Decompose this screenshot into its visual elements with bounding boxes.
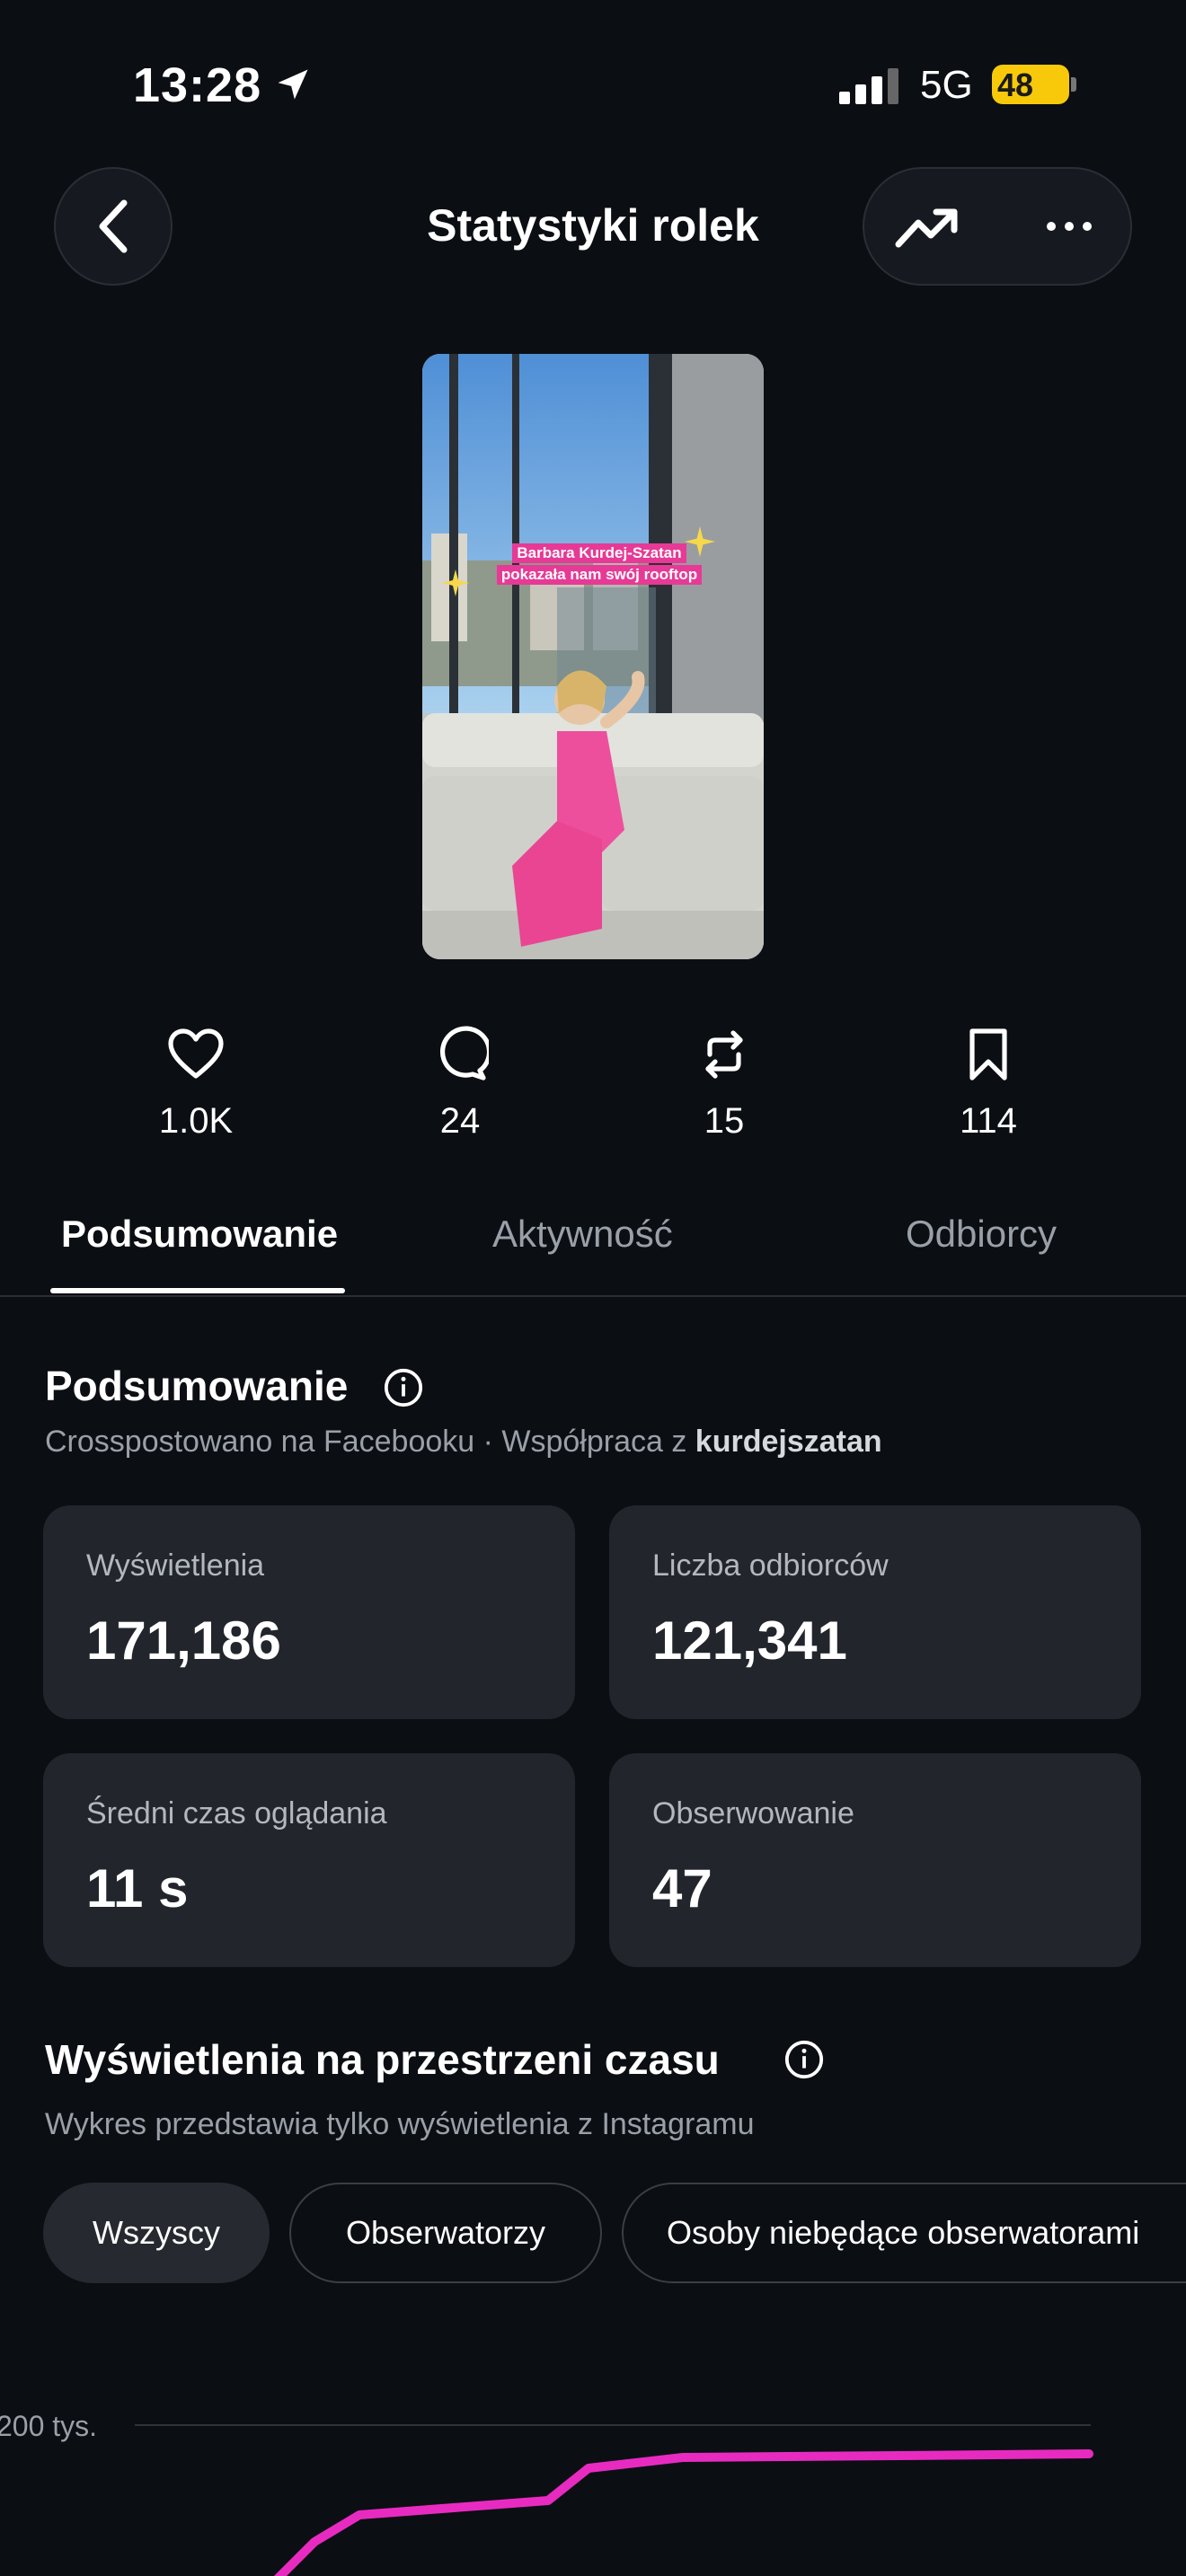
card-label: Wyświetlenia [86, 1548, 265, 1583]
heart-icon [168, 1028, 224, 1079]
crosspost-text: Crosspostowano na Facebooku · Współpraca… [45, 1425, 695, 1459]
y-tick-label: 200 tys. [0, 2410, 97, 2442]
card-label: Średni czas oglądania [86, 1796, 387, 1831]
active-tab-indicator [50, 1288, 345, 1293]
sparkle-icon [685, 526, 715, 557]
views-chart: 200 tys. [0, 2410, 1093, 2576]
caption-line-1: Barbara Kurdej-Szatan [512, 543, 686, 563]
bookmark-icon [969, 1028, 1007, 1081]
network-type: 5G [920, 63, 973, 107]
reposts-metric: 15 [643, 1026, 805, 1142]
tab-activity[interactable]: Aktywność [492, 1213, 673, 1256]
views-card: Wyświetlenia 171,186 [43, 1505, 575, 1719]
card-label: Liczba odbiorców [652, 1548, 889, 1583]
collaborator-link[interactable]: kurdejszatan [695, 1425, 882, 1459]
reposts-count: 15 [704, 1101, 745, 1141]
caption-line-2: pokazała nam swój rooftop [496, 565, 703, 585]
filter-chip-all[interactable]: Wszyscy [43, 2183, 270, 2283]
views-series-line [273, 2449, 1093, 2576]
battery-level: 48 [997, 66, 1034, 103]
reach-card: Liczba odbiorców 121,341 [609, 1505, 1141, 1719]
summary-title: Podsumowanie [45, 1363, 349, 1409]
reel-thumbnail[interactable]: Barbara Kurdej-Szatan pokazała nam swój … [422, 354, 764, 959]
reel-insights-screen: 13:28 5G 48 Statystyki rolek Barbara Kur… [0, 0, 1186, 2576]
summary-subtitle: Crosspostowano na Facebooku · Współpraca… [45, 1425, 882, 1460]
views-over-time-title: Wyświetlenia na przestrzeni czasu [45, 2036, 720, 2083]
likes-metric: 1.0K [115, 1026, 277, 1142]
saves-metric: 114 [907, 1026, 1069, 1142]
saves-count: 114 [960, 1101, 1017, 1141]
sparkle-icon [442, 569, 469, 596]
comments-count: 24 [439, 1101, 481, 1141]
card-value: 11 s [86, 1858, 189, 1919]
card-label: Obserwowanie [652, 1796, 854, 1831]
repost-icon [705, 1030, 743, 1079]
cellular-signal-icon [839, 68, 898, 104]
tab-divider [0, 1295, 1186, 1297]
more-options-icon[interactable] [1044, 219, 1094, 234]
comments-metric: 24 [379, 1026, 541, 1142]
tab-summary[interactable]: Podsumowanie [61, 1213, 338, 1256]
info-icon[interactable] [783, 2039, 825, 2080]
status-time: 13:28 [133, 58, 262, 112]
follows-card: Obserwowanie 47 [609, 1753, 1141, 1967]
card-value: 47 [652, 1858, 712, 1919]
location-arrow-icon [278, 69, 308, 100]
views-over-time-subtitle: Wykres przedstawia tylko wyświetlenia z … [45, 2107, 755, 2141]
avg-watch-time-card: Średni czas oglądania 11 s [43, 1753, 575, 1967]
card-value: 171,186 [86, 1610, 281, 1671]
card-value: 121,341 [652, 1610, 847, 1671]
battery-icon: 48 [992, 65, 1076, 104]
trending-up-icon[interactable] [893, 201, 961, 253]
tab-audience[interactable]: Odbiorcy [906, 1213, 1057, 1256]
filter-chip-non-followers[interactable]: Osoby niebędące obserwatorami [622, 2183, 1186, 2283]
likes-count: 1.0K [158, 1101, 234, 1141]
filter-chip-followers[interactable]: Obserwatorzy [289, 2183, 602, 2283]
comment-icon [439, 1026, 489, 1081]
header-actions [863, 167, 1132, 286]
reel-cover-image [422, 354, 764, 959]
info-icon[interactable] [383, 1367, 424, 1408]
